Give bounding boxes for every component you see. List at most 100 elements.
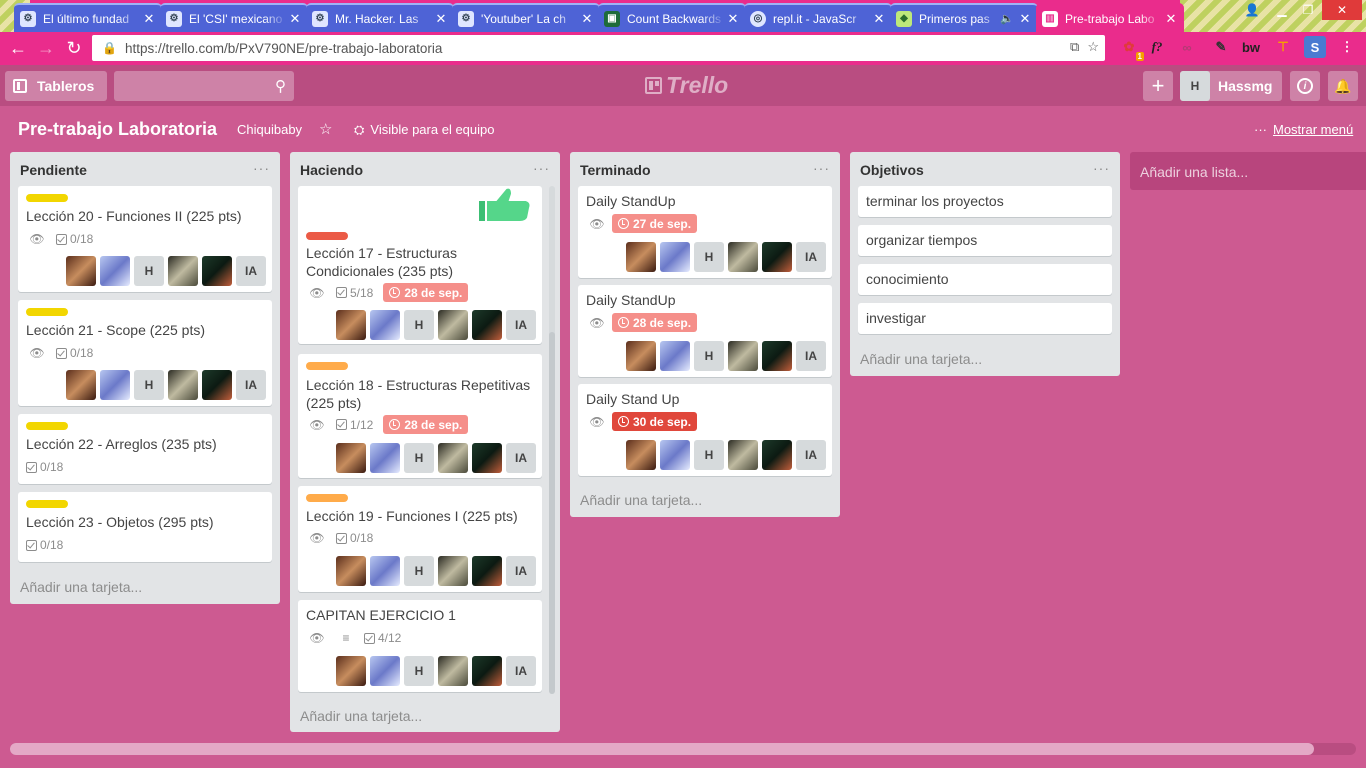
avatar[interactable]: H [694, 440, 724, 470]
add-button[interactable]: + [1143, 71, 1173, 101]
card[interactable]: Daily StandUp 👁 28 de sep. H IA [578, 285, 832, 377]
avatar[interactable] [472, 443, 502, 473]
extension-icon[interactable]: ⊤ [1272, 36, 1294, 58]
board-scrollbar[interactable] [10, 743, 1314, 755]
card[interactable]: Lección 20 - Funciones II (225 pts) 👁 0/… [18, 186, 272, 292]
minimize-icon[interactable]: ▁ [1268, 0, 1296, 20]
avatar[interactable] [626, 341, 656, 371]
board-team[interactable]: Chiquibaby [237, 122, 302, 137]
browser-tab[interactable]: ◎ repl.it - JavaScr ✕ [744, 3, 892, 32]
avatar[interactable] [336, 310, 366, 340]
avatar[interactable]: IA [236, 370, 266, 400]
avatar[interactable]: H [404, 556, 434, 586]
avatar[interactable] [626, 440, 656, 470]
avatar[interactable] [728, 341, 758, 371]
window-close-icon[interactable]: ✕ [1322, 0, 1362, 20]
forward-icon[interactable]: → [32, 35, 60, 63]
avatar[interactable] [472, 310, 502, 340]
card[interactable]: Daily StandUp 👁 27 de sep. H IA [578, 186, 832, 278]
back-icon[interactable]: ← [4, 35, 32, 63]
avatar[interactable]: IA [796, 242, 826, 272]
close-tab-icon[interactable]: ✕ [142, 11, 156, 27]
avatar[interactable] [438, 310, 468, 340]
close-tab-icon[interactable]: ✕ [434, 11, 448, 27]
list-title[interactable]: Haciendo [300, 162, 363, 178]
avatar[interactable] [202, 370, 232, 400]
browser-tab[interactable]: ⚙ El 'CSI' mexicano ✕ [160, 3, 308, 32]
avatar[interactable] [438, 656, 468, 686]
avatar[interactable]: H [134, 370, 164, 400]
avatar[interactable] [336, 656, 366, 686]
list-menu-icon[interactable]: ··· [1093, 160, 1110, 176]
speaker-icon[interactable]: 🔈 [1000, 12, 1014, 25]
list-menu-icon[interactable]: ··· [253, 160, 270, 176]
star-icon[interactable]: ☆ [319, 120, 332, 138]
list-title[interactable]: Terminado [580, 162, 651, 178]
avatar[interactable]: H [134, 256, 164, 286]
close-tab-icon[interactable]: ✕ [1018, 11, 1032, 27]
avatar[interactable]: IA [506, 310, 536, 340]
avatar[interactable] [100, 370, 130, 400]
star-bookmark-icon[interactable]: ☆ [1087, 39, 1099, 55]
add-list-button[interactable]: Añadir una lista... [1130, 152, 1366, 190]
address-bar[interactable]: 🔒 https://trello.com/b/PxV790NE/pre-trab… [92, 35, 1105, 61]
info-button[interactable]: i [1290, 71, 1320, 101]
avatar[interactable] [370, 656, 400, 686]
card[interactable]: CAPITAN EJERCICIO 1 👁 ≡ 4/12 H IA [298, 600, 542, 692]
extension-icon[interactable]: ∞ [1176, 36, 1198, 58]
card[interactable]: Lección 19 - Funciones I (225 pts) 👁 0/1… [298, 486, 542, 592]
avatar[interactable]: H [694, 242, 724, 272]
boards-button[interactable]: Tableros [5, 71, 107, 101]
board-title[interactable]: Pre-trabajo Laboratoria [18, 119, 217, 140]
avatar[interactable] [728, 242, 758, 272]
avatar[interactable] [202, 256, 232, 286]
avatar[interactable] [438, 556, 468, 586]
avatar[interactable] [100, 256, 130, 286]
avatar[interactable]: H [694, 341, 724, 371]
avatar[interactable] [660, 242, 690, 272]
avatar[interactable] [370, 443, 400, 473]
avatar[interactable] [168, 370, 198, 400]
avatar[interactable] [168, 256, 198, 286]
avatar[interactable] [336, 556, 366, 586]
search-icon[interactable]: ⚲ [275, 77, 286, 95]
avatar[interactable]: H [404, 443, 434, 473]
close-tab-icon[interactable]: ✕ [580, 11, 594, 27]
add-card-button[interactable]: Añadir una tarjeta... [860, 351, 982, 367]
s-extension-icon[interactable]: S [1304, 36, 1326, 58]
browser-tab-active[interactable]: ▥ Pre-trabajo Labo ✕ [1036, 3, 1184, 32]
browser-tab[interactable]: ▣ Count Backwards ✕ [598, 3, 746, 32]
trello-logo[interactable]: Trello [645, 72, 728, 99]
card[interactable]: Lección 18 - Estructuras Repetitivas (225… [298, 354, 542, 478]
avatar[interactable] [762, 341, 792, 371]
card[interactable]: Lección 22 - Arreglos (235 pts) 0/18 [18, 414, 272, 484]
list-title[interactable]: Pendiente [20, 162, 87, 178]
avatar[interactable] [370, 310, 400, 340]
card[interactable]: conocimiento [858, 264, 1112, 295]
profile-icon[interactable]: 👤 [1238, 0, 1266, 20]
avatar[interactable] [438, 443, 468, 473]
pen-extension-icon[interactable]: ✎ [1210, 36, 1232, 58]
member-menu-button[interactable]: H Hassmg [1180, 71, 1282, 101]
avatar[interactable]: IA [236, 256, 266, 286]
close-tab-icon[interactable]: ✕ [1164, 11, 1178, 27]
browser-tab[interactable]: ⚙ 'Youtuber' La ch ✕ [452, 3, 600, 32]
card[interactable]: Lección 23 - Objetos (295 pts) 0/18 [18, 492, 272, 562]
card[interactable]: investigar [858, 303, 1112, 334]
avatar[interactable] [66, 370, 96, 400]
chrome-menu-icon[interactable]: ⋮ [1336, 36, 1358, 58]
list-menu-icon[interactable]: ··· [813, 160, 830, 176]
avatar[interactable] [66, 256, 96, 286]
add-card-button[interactable]: Añadir una tarjeta... [300, 708, 422, 724]
avatar[interactable] [762, 242, 792, 272]
list-menu-icon[interactable]: ··· [533, 160, 550, 176]
restore-icon[interactable]: ❐ [1294, 0, 1322, 20]
reload-icon[interactable]: ↻ [60, 35, 88, 63]
avatar[interactable] [660, 341, 690, 371]
add-card-button[interactable]: Añadir una tarjeta... [580, 492, 702, 508]
card[interactable]: Lección 17 - Estructuras Condicionales (2… [298, 186, 542, 344]
avatar[interactable] [762, 440, 792, 470]
avatar[interactable] [626, 242, 656, 272]
avatar[interactable]: IA [796, 440, 826, 470]
browser-tab[interactable]: ⚙ El último fundad ✕ [14, 3, 162, 32]
